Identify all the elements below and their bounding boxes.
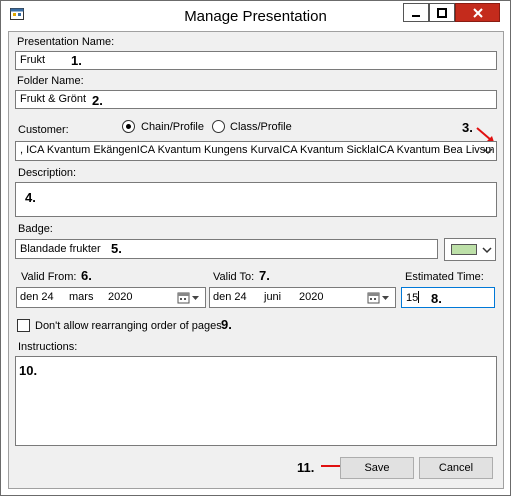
folder-name-label: Folder Name: [17, 75, 84, 87]
folder-name-value: Frukt & Grönt [20, 93, 87, 105]
rearrange-checkbox[interactable] [17, 319, 30, 332]
marker-6: 6. [81, 268, 92, 283]
maximize-icon [437, 7, 447, 18]
badge-color-picker[interactable] [444, 238, 496, 261]
valid-from-datepicker[interactable]: den 24 mars 2020 [16, 287, 206, 308]
badge-color-dropdown-icon [482, 247, 492, 254]
customer-value: , ICA Kvantum EkängenICA Kvantum Kungens… [20, 144, 495, 156]
valid-to-calendar-icon[interactable] [367, 292, 391, 304]
marker-2: 2. [92, 93, 103, 108]
marker-5: 5. [111, 241, 122, 256]
instructions-label: Instructions: [18, 341, 78, 353]
marker-1: 1. [71, 53, 82, 68]
customer-label: Customer: [18, 124, 69, 136]
presentation-name-value: Frukt [20, 54, 46, 66]
marker-9: 9. [221, 317, 232, 332]
marker-4: 4. [25, 190, 36, 205]
description-label: Description: [18, 167, 77, 179]
estimated-time-value: 15 [406, 292, 419, 304]
estimated-time-label: Estimated Time: [405, 271, 484, 283]
valid-from-calendar-icon[interactable] [177, 292, 201, 304]
valid-from-day: den 24 [20, 291, 54, 303]
valid-to-datepicker[interactable]: den 24 juni 2020 [209, 287, 396, 308]
presentation-name-label: Presentation Name: [17, 36, 115, 48]
class-profile-radio[interactable] [212, 120, 225, 133]
badge-input[interactable]: Blandade frukter [15, 239, 438, 259]
minimize-button[interactable] [403, 3, 429, 22]
chain-profile-label: Chain/Profile [141, 121, 204, 133]
valid-to-year: 2020 [299, 291, 324, 303]
title-bar: Manage Presentation [1, 1, 510, 31]
valid-to-month: juni [264, 291, 282, 303]
marker-8: 8. [431, 291, 442, 306]
marker-11: 11. [297, 460, 315, 475]
badge-color-swatch [451, 244, 477, 255]
dialog-body: Presentation Name: Frukt 1. Folder Name:… [8, 31, 504, 489]
presentation-name-input[interactable]: Frukt [15, 51, 497, 70]
marker-3: 3. [462, 120, 473, 135]
customer-dropdown-icon[interactable] [483, 147, 493, 155]
marker-7: 7. [259, 268, 270, 283]
rearrange-label: Don't allow rearranging order of pages [35, 320, 222, 332]
chain-profile-radio[interactable] [122, 120, 135, 133]
save-button[interactable]: Save [340, 457, 414, 479]
class-profile-label: Class/Profile [230, 121, 292, 133]
text-cursor [418, 291, 420, 303]
customer-select[interactable]: , ICA Kvantum EkängenICA Kvantum Kungens… [15, 141, 497, 161]
cancel-button[interactable]: Cancel [419, 457, 493, 479]
close-icon [472, 7, 483, 18]
estimated-time-input[interactable]: 15 [401, 287, 495, 308]
badge-value: Blandade frukter [20, 243, 101, 255]
valid-to-day: den 24 [213, 291, 247, 303]
instructions-textarea[interactable] [15, 356, 497, 446]
valid-from-label: Valid From: [21, 271, 77, 283]
manage-presentation-window: Manage Presentation Presentation Name: F… [0, 0, 511, 496]
folder-name-input[interactable]: Frukt & Grönt [15, 90, 497, 109]
minimize-icon [412, 14, 420, 17]
maximize-button[interactable] [429, 3, 455, 22]
marker-10: 10. [19, 363, 38, 378]
close-button[interactable] [455, 3, 500, 22]
badge-label: Badge: [18, 223, 53, 235]
description-textarea[interactable] [15, 182, 497, 217]
valid-from-month: mars [69, 291, 94, 303]
valid-to-label: Valid To: [213, 271, 255, 283]
valid-from-year: 2020 [108, 291, 133, 303]
